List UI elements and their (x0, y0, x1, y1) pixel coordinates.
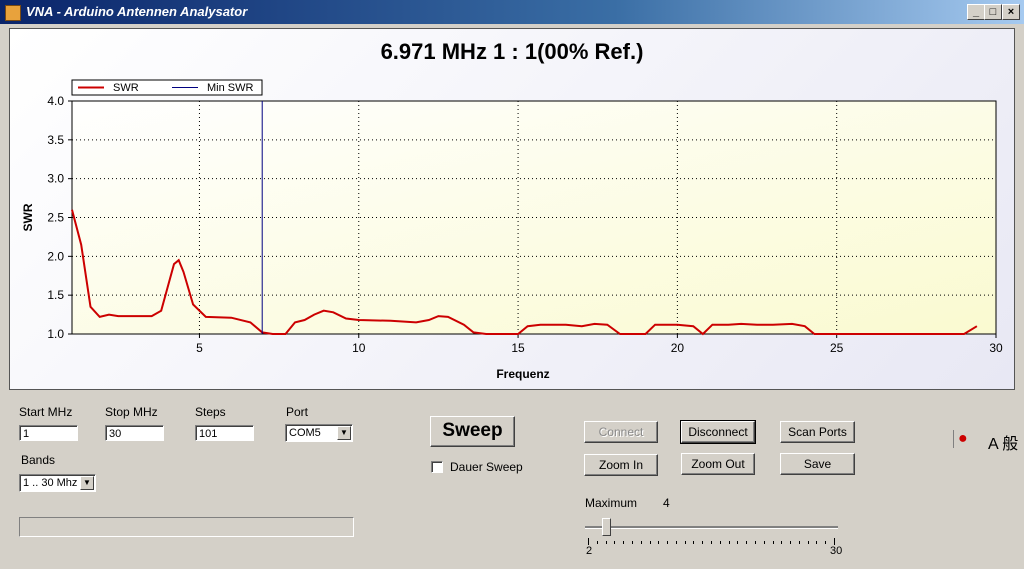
y-tick-label: 4.0 (47, 94, 64, 108)
start-mhz-input[interactable]: 1 (19, 425, 78, 441)
slider-tick (693, 541, 695, 544)
port-value: COM5 (289, 427, 321, 439)
minimize-button[interactable]: _ (967, 4, 985, 20)
x-tick-label: 20 (671, 341, 685, 355)
slider-tick (781, 541, 783, 544)
ime-mode-text[interactable]: A 般 (988, 430, 1018, 454)
maximum-slider-thumb[interactable] (601, 518, 611, 536)
slider-tick (623, 541, 625, 544)
port-label: Port (286, 405, 309, 419)
port-select[interactable]: COM5 ▼ (285, 424, 353, 442)
slider-tick (675, 541, 677, 544)
y-tick-label: 3.5 (47, 133, 64, 147)
legend-label: Min SWR (207, 82, 254, 94)
x-tick-label: 15 (511, 341, 525, 355)
scan-ports-button[interactable]: Scan Ports (780, 421, 855, 443)
zoom-in-button[interactable]: Zoom In (584, 454, 658, 476)
slider-tick (816, 541, 818, 544)
slider-tick (614, 541, 616, 544)
y-tick-label: 2.5 (47, 211, 64, 225)
steps-input[interactable]: 101 (195, 425, 254, 441)
slider-tick (684, 541, 686, 544)
y-tick-label: 3.0 (47, 172, 64, 186)
slider-tick (807, 541, 809, 544)
slider-tick (746, 541, 748, 544)
zoom-out-button[interactable]: Zoom Out (681, 453, 755, 475)
slider-tick (640, 541, 642, 544)
slider-tick (737, 541, 739, 544)
slider-max-label: 30 (830, 545, 843, 557)
x-tick-label: 30 (989, 341, 1003, 355)
y-tick-label: 1.5 (47, 288, 64, 302)
x-tick-label: 10 (352, 341, 366, 355)
slider-min-label: 2 (586, 545, 593, 557)
sweep-button[interactable]: Sweep (430, 416, 515, 447)
slider-tick (772, 541, 774, 544)
slider-tick (588, 538, 589, 545)
slider-tick (754, 541, 756, 544)
slider-tick (711, 541, 712, 544)
slider-tick (596, 541, 598, 544)
maximum-label: Maximum (585, 496, 638, 510)
slider-tick (667, 541, 669, 544)
ime-icon[interactable]: ● (953, 430, 968, 448)
slider-tick (605, 541, 607, 544)
stop-mhz-label: Stop MHz (105, 405, 158, 419)
swr-chart: 1.0 1.5 2.0 2.5 3.0 3.5 4.0 5 10 15 20 25 30 Frequenz… (21, 79, 1003, 381)
x-tick-label: 5 (196, 341, 203, 355)
chart-panel: 6.971 MHz 1 : 1(00% Ref.) 1.0 1.5 2.0 2.5 3.… (9, 28, 1015, 390)
connect-button[interactable]: Connect (584, 421, 658, 443)
dauer-sweep-label: Dauer Sweep (450, 460, 523, 474)
slider-tick (728, 541, 730, 544)
chevron-down-icon[interactable]: ▼ (337, 426, 351, 440)
slider-tick (631, 541, 633, 544)
x-tick-label: 25 (830, 341, 844, 355)
slider-tick (719, 541, 721, 544)
steps-label: Steps (195, 405, 226, 419)
stop-mhz-input[interactable]: 30 (105, 425, 164, 441)
y-axis-label: SWR (21, 203, 35, 231)
title-bar: VNA - Arduino Antennen Analysator _ □ × (0, 0, 1024, 24)
slider-tick (825, 541, 827, 544)
x-axis-label: Frequenz (496, 367, 549, 381)
disconnect-button[interactable]: Disconnect (680, 420, 756, 444)
slider-tick (834, 538, 835, 545)
legend-label: SWR (113, 82, 139, 94)
chevron-down-icon[interactable]: ▼ (80, 476, 94, 490)
bands-label: Bands (21, 453, 56, 467)
slider-tick (763, 541, 765, 544)
start-mhz-label: Start MHz (19, 405, 73, 419)
slider-tick (798, 541, 800, 544)
window-title: VNA - Arduino Antennen Analysator (26, 4, 248, 19)
maximum-slider-track[interactable] (585, 526, 838, 529)
close-button[interactable]: × (1002, 4, 1020, 20)
save-button[interactable]: Save (780, 453, 855, 475)
plot-area (71, 100, 997, 335)
y-tick-label: 2.0 (47, 249, 64, 263)
dauer-sweep-checkbox[interactable] (431, 461, 443, 473)
y-tick-label: 1.0 (47, 327, 64, 341)
bands-select[interactable]: 1 .. 30 Mhz ▼ (19, 474, 96, 492)
slider-tick (702, 541, 704, 544)
slider-tick (658, 541, 660, 544)
maximize-button[interactable]: □ (984, 4, 1002, 20)
bands-value: 1 .. 30 Mhz (23, 477, 78, 489)
maximum-value: 4 (663, 496, 670, 510)
progress-bar (19, 517, 354, 537)
app-icon (5, 5, 21, 21)
slider-tick (790, 541, 792, 544)
slider-tick (649, 541, 651, 544)
